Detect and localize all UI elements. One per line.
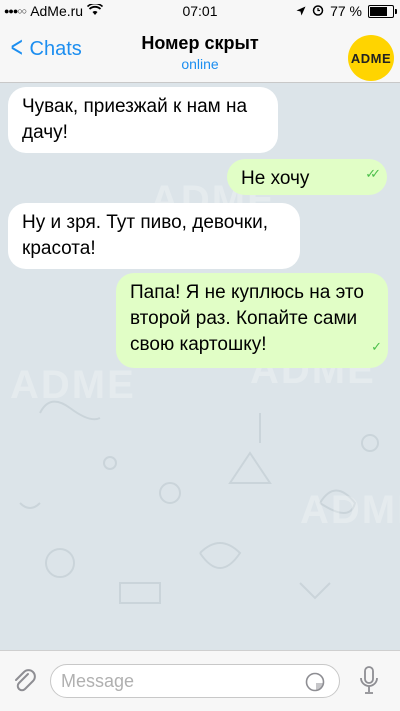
chat-area[interactable]: ADME ADME ADME ADME Чувак, приезжай к на… bbox=[0, 83, 400, 650]
paperclip-icon[interactable] bbox=[12, 667, 36, 700]
chat-title: Номер скрыт bbox=[141, 33, 259, 53]
input-bar bbox=[0, 650, 400, 711]
message-bubble-outgoing[interactable]: Не хочу ✓✓ bbox=[227, 159, 387, 195]
battery-icon bbox=[368, 4, 397, 18]
battery-percent: 77 % bbox=[330, 3, 362, 19]
message-bubble-outgoing[interactable]: Папа! Я не куплюсь на это второй раз. Ко… bbox=[116, 273, 388, 368]
status-right: 77 % bbox=[296, 3, 397, 19]
microphone-icon[interactable] bbox=[358, 665, 380, 702]
check-icon: ✓ bbox=[371, 339, 382, 354]
watermark: ADME bbox=[300, 488, 400, 532]
watermark: ADME bbox=[10, 363, 136, 407]
message-bubble-incoming[interactable]: Ну и зря. Тут пиво, девочки, красота! bbox=[8, 203, 300, 269]
message-text: Чувак, приезжай к нам на дачу! bbox=[22, 96, 248, 143]
avatar[interactable]: ADME bbox=[348, 35, 394, 81]
status-bar: ●●●○○ AdMe.ru 07:01 77 % bbox=[0, 0, 400, 22]
sticker-icon[interactable] bbox=[305, 672, 325, 697]
message-text: Не хочу bbox=[241, 168, 310, 189]
battery-fill bbox=[370, 6, 387, 16]
chat-status: online bbox=[181, 56, 219, 72]
message-text: Папа! Я не куплюсь на это второй раз. Ко… bbox=[130, 282, 364, 355]
nav-bar: < Chats Номер скрыт online ADME bbox=[0, 22, 400, 83]
message-bubble-incoming[interactable]: Чувак, приезжай к нам на дачу! bbox=[8, 87, 278, 153]
location-arrow-icon bbox=[296, 3, 306, 19]
alarm-icon bbox=[312, 3, 324, 19]
message-text: Ну и зря. Тут пиво, девочки, красота! bbox=[22, 212, 269, 259]
double-check-icon: ✓✓ bbox=[365, 166, 381, 181]
message-input[interactable] bbox=[50, 664, 340, 698]
chat-title-block[interactable]: Номер скрыт online bbox=[0, 33, 400, 72]
